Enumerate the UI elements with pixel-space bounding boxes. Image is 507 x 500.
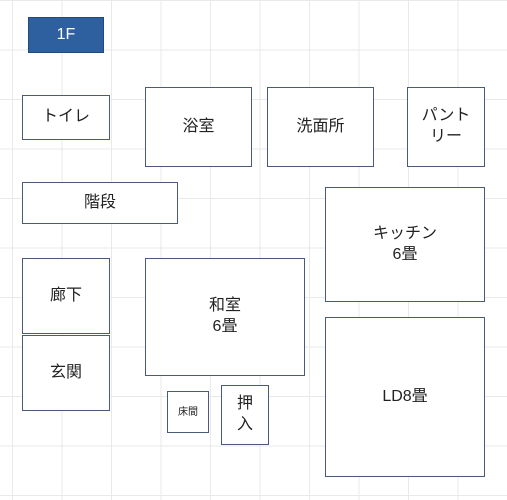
room-toilet-label: トイレ <box>42 107 90 128</box>
room-pantry: パント リー <box>407 87 485 167</box>
room-pantry-label1: パント <box>422 106 471 127</box>
room-pantry-label2: リー <box>430 127 462 148</box>
room-washitsu-label1: 和室 <box>209 296 241 317</box>
room-bath-label: 浴室 <box>182 117 214 138</box>
room-washroom: 洗面所 <box>267 87 374 167</box>
room-ld: LD8畳 <box>325 317 485 477</box>
room-closet-label1: 押 <box>237 394 253 415</box>
room-hallway: 廊下 <box>22 258 110 334</box>
room-toilet: トイレ <box>22 95 110 140</box>
room-kitchen: キッチン 6畳 <box>325 187 485 302</box>
room-ld-label: LD8畳 <box>382 387 427 408</box>
room-entrance-label: 玄関 <box>50 363 82 384</box>
floor-title-text: 1F <box>57 26 76 44</box>
room-closet: 押 入 <box>221 385 269 445</box>
room-tokonoma-label: 床間 <box>178 406 198 419</box>
room-kitchen-label1: キッチン <box>373 224 437 245</box>
room-hallway-label: 廊下 <box>50 286 82 307</box>
floor-title: 1F <box>28 17 104 53</box>
room-washitsu-label2: 6畳 <box>213 317 238 338</box>
room-washroom-label: 洗面所 <box>296 117 344 138</box>
room-bath: 浴室 <box>145 87 252 167</box>
room-kitchen-label2: 6畳 <box>393 245 418 266</box>
room-tokonoma: 床間 <box>167 391 209 433</box>
room-stairs-label: 階段 <box>84 193 116 214</box>
room-stairs: 階段 <box>22 182 178 224</box>
room-closet-label2: 入 <box>237 415 253 436</box>
room-entrance: 玄関 <box>22 335 110 411</box>
room-washitsu: 和室 6畳 <box>145 258 305 376</box>
